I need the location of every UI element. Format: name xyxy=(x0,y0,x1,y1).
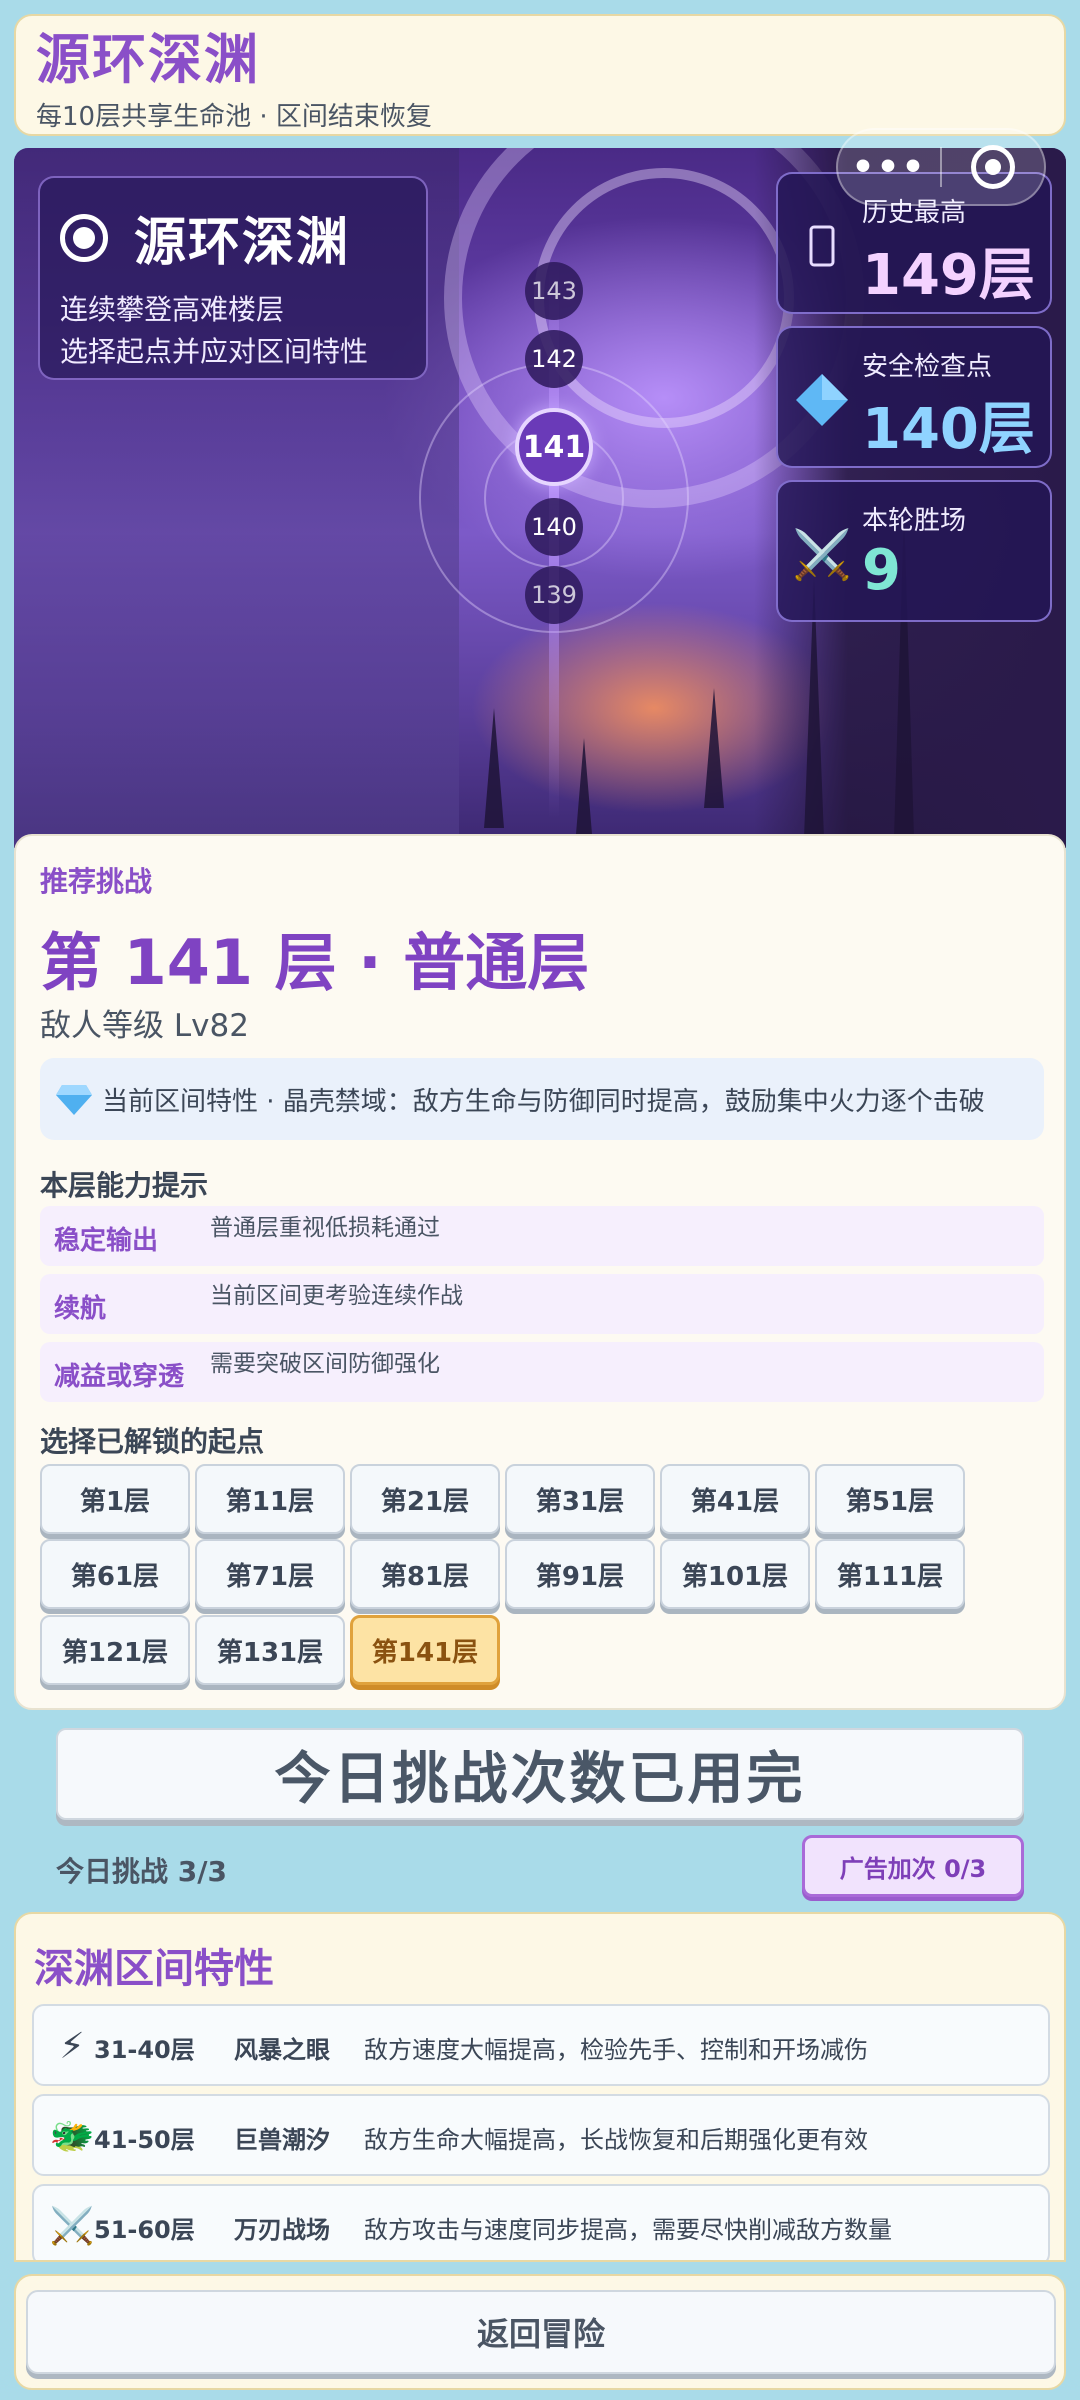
page-title: 源环深渊 xyxy=(36,28,260,91)
crossed-swords-icon: ⚔️ xyxy=(49,2206,95,2247)
floor-node-140: 140 xyxy=(525,498,583,556)
more-menu-button[interactable]: ••• xyxy=(838,147,940,188)
enemy-level: 敌人等级 Lv82 xyxy=(40,1008,249,1044)
hint-key: 稳定输出 xyxy=(54,1226,159,1256)
floor-node-142: 142 xyxy=(525,330,583,388)
recommend-card: 推荐挑战 第 141 层 · 普通层 敌人等级 Lv82 当前区间特性 · 晶壳… xyxy=(14,834,1066,1710)
start-floor-button[interactable]: 第71层 xyxy=(195,1539,345,1609)
floor-node-143: 143 xyxy=(525,262,583,320)
start-floor-button[interactable]: 第51层 xyxy=(815,1464,965,1534)
zone-row: ⚔️ 51-60层 万刃战场 敌方攻击与速度同步提高，需要尽快削减敌方数量 xyxy=(32,2184,1050,2260)
hint-value: 普通层重视低损耗通过 xyxy=(210,1215,440,1241)
stat-value: 9 xyxy=(862,538,901,603)
abyss-card-title: 源环深渊 xyxy=(134,213,351,273)
start-floor-button[interactable]: 第91层 xyxy=(505,1539,655,1609)
hints-title: 本层能力提示 xyxy=(40,1169,209,1202)
start-title: 选择已解锁的起点 xyxy=(40,1425,265,1458)
abyss-zone-traits: 深渊区间特性 ⚡ 31-40层 风暴之眼 敌方速度大幅提高，检验先手、控制和开场… xyxy=(14,1912,1066,2262)
start-floor-button[interactable]: 第111层 xyxy=(815,1539,965,1609)
start-floor-button[interactable]: 第121层 xyxy=(40,1615,190,1685)
zone-range: 31-40层 xyxy=(94,2036,195,2064)
gem-icon xyxy=(56,1085,92,1115)
start-floor-button[interactable]: 第21层 xyxy=(350,1464,500,1534)
start-floor-button[interactable]: 第101层 xyxy=(660,1539,810,1609)
diamond-icon xyxy=(792,370,852,430)
zone-trait-box: 当前区间特性 · 晶壳禁域：敌方生命与防御同时提高，鼓励集中火力逐个击破 xyxy=(40,1058,1044,1140)
hint-row: 减益或穿透 需要突破区间防御强化 xyxy=(40,1342,1044,1402)
zone-desc: 敌方生命大幅提高，长战恢复和后期强化更有效 xyxy=(364,2126,868,2154)
dragon-icon: 🐲 xyxy=(49,2116,95,2157)
zone-name: 风暴之眼 xyxy=(234,2036,330,2064)
hint-key: 续航 xyxy=(54,1294,107,1324)
target-ring-icon xyxy=(60,213,108,262)
start-challenge-button[interactable]: 今日挑战次数已用完 xyxy=(56,1728,1024,1820)
start-floor-button-selected[interactable]: 第141层 xyxy=(350,1615,500,1685)
zone-name: 巨兽潮汐 xyxy=(234,2126,330,2154)
start-floor-button[interactable]: 第1层 xyxy=(40,1464,190,1534)
floor-node-139: 139 xyxy=(525,566,583,624)
back-to-adventure-button[interactable]: 返回冒险 xyxy=(26,2290,1056,2374)
stat-wins: ⚔️ 本轮胜场 9 xyxy=(776,480,1052,622)
zone-row: ⚡ 31-40层 风暴之眼 敌方速度大幅提高，检验先手、控制和开场减伤 xyxy=(32,2004,1050,2086)
zone-desc: 敌方速度大幅提高，检验先手、控制和开场减伤 xyxy=(364,2036,868,2064)
start-floor-button[interactable]: 第11层 xyxy=(195,1464,345,1534)
zone-row: 🐲 41-50层 巨兽潮汐 敌方生命大幅提高，长战恢复和后期强化更有效 xyxy=(32,2094,1050,2176)
close-miniapp-button[interactable] xyxy=(942,145,1044,189)
zone-trait-text: 当前区间特性 · 晶壳禁域：敌方生命与防御同时提高，鼓励集中火力逐个击破 xyxy=(102,1086,985,1117)
abyss-traits-title: 深渊区间特性 xyxy=(34,1946,274,1992)
stat-value: 149层 xyxy=(862,243,1035,308)
start-floor-button[interactable]: 第81层 xyxy=(350,1539,500,1609)
ad-extra-attempt-button[interactable]: 广告加次 0/3 xyxy=(802,1835,1024,1897)
start-floor-button[interactable]: 第61层 xyxy=(40,1539,190,1609)
recommend-label: 推荐挑战 xyxy=(40,865,153,898)
stat-checkpoint: 安全检查点 140层 xyxy=(776,326,1052,468)
lightning-icon: ⚡ xyxy=(59,2025,85,2067)
tower-icon xyxy=(792,216,852,276)
floor-ladder: 143 142 141 140 139 xyxy=(354,258,754,818)
crossed-swords-icon: ⚔️ xyxy=(792,526,852,583)
abyss-banner: 源环深渊 连续攀登高难楼层 选择起点并应对区间特性 143 142 141 14… xyxy=(14,148,1066,848)
zone-name: 万刃战场 xyxy=(234,2216,330,2244)
hint-key: 减益或穿透 xyxy=(54,1362,185,1392)
bottom-bar: 返回冒险 xyxy=(14,2274,1066,2390)
miniapp-capsule: ••• xyxy=(836,128,1046,206)
hint-row: 续航 当前区间更考验连续作战 xyxy=(40,1274,1044,1334)
start-floor-button[interactable]: 第131层 xyxy=(195,1615,345,1685)
start-floor-button[interactable]: 第31层 xyxy=(505,1464,655,1534)
stat-label: 本轮胜场 xyxy=(862,506,967,536)
target-close-icon xyxy=(970,145,1015,189)
zone-range: 41-50层 xyxy=(94,2126,195,2154)
hint-value: 当前区间更考验连续作战 xyxy=(210,1283,463,1309)
stat-value: 140层 xyxy=(862,397,1035,462)
recommend-floor-title: 第 141 层 · 普通层 xyxy=(40,926,590,999)
page-header: 源环深渊 每10层共享生命池 · 区间结束恢复 xyxy=(14,14,1066,136)
zone-desc: 敌方攻击与速度同步提高，需要尽快削减敌方数量 xyxy=(364,2216,892,2244)
daily-challenge-count: 今日挑战 3/3 xyxy=(56,1855,227,1888)
hint-row: 稳定输出 普通层重视低损耗通过 xyxy=(40,1206,1044,1266)
start-floor-button[interactable]: 第41层 xyxy=(660,1464,810,1534)
floor-node-current: 141 xyxy=(515,408,593,486)
zone-range: 51-60层 xyxy=(94,2216,195,2244)
stat-label: 安全检查点 xyxy=(862,352,993,382)
hint-value: 需要突破区间防御强化 xyxy=(210,1351,440,1377)
